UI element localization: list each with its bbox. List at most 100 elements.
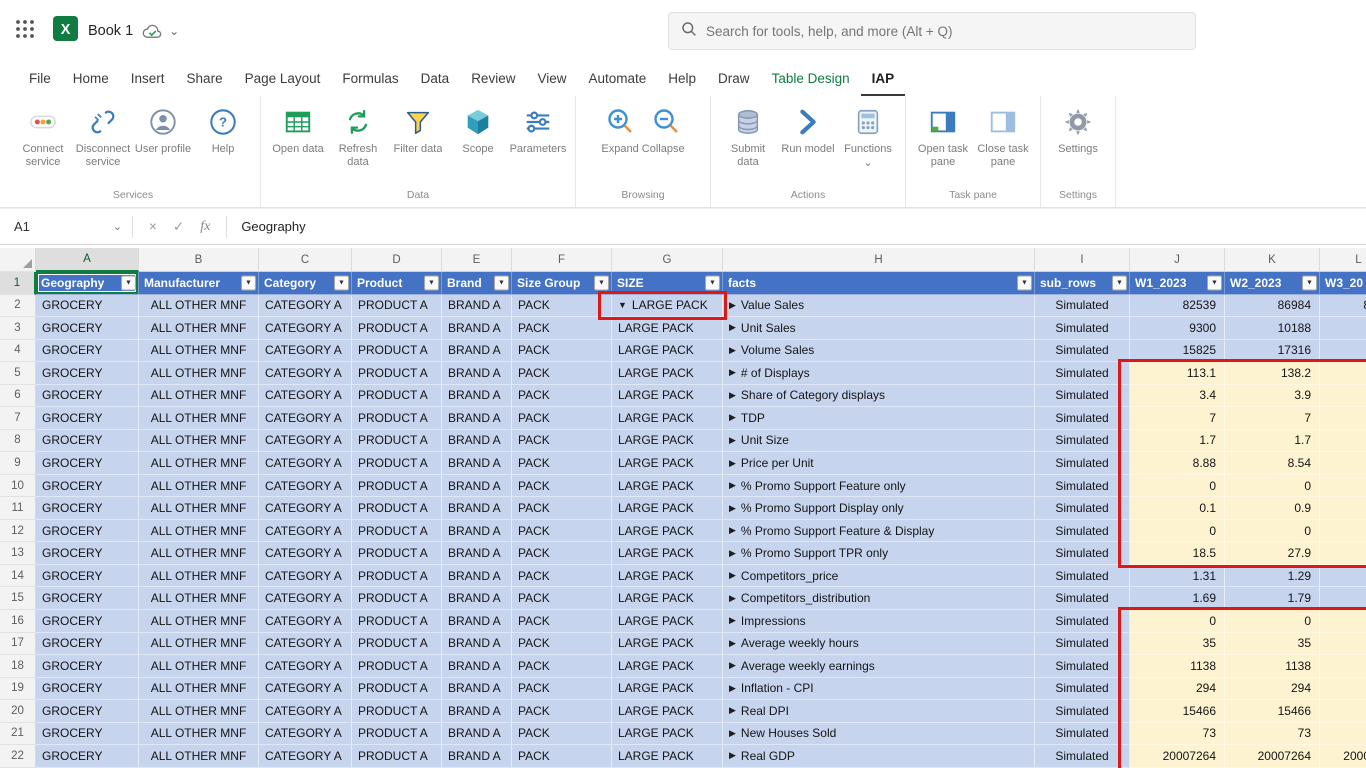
cell[interactable]: 20007264 xyxy=(1225,745,1320,768)
cell[interactable]: CATEGORY A xyxy=(259,655,352,678)
cell[interactable]: PRODUCT A xyxy=(352,362,442,385)
cell[interactable]: ▶ Value Sales xyxy=(723,294,1035,318)
cell[interactable]: CATEGORY A xyxy=(259,632,352,656)
cell[interactable]: PACK xyxy=(512,609,612,633)
filter-dropdown-icon[interactable]: ▼ xyxy=(1017,275,1032,291)
cell[interactable]: PACK xyxy=(512,339,612,363)
cell[interactable]: ALL OTHER MNF xyxy=(139,362,259,385)
cell[interactable]: BRAND A xyxy=(442,407,512,430)
expand-triangle-icon[interactable]: ▶ xyxy=(729,615,736,626)
cell[interactable]: PACK xyxy=(512,474,612,498)
cell[interactable]: 8 xyxy=(1320,294,1366,318)
cell[interactable] xyxy=(1320,317,1366,340)
cell[interactable]: ALL OTHER MNF xyxy=(139,542,259,565)
name-box[interactable]: A1 ⌄ xyxy=(0,219,132,234)
cell[interactable]: PRODUCT A xyxy=(352,407,442,430)
cell[interactable]: PACK xyxy=(512,745,612,768)
row-number[interactable]: 9 xyxy=(0,452,36,475)
column-letter-i[interactable]: I xyxy=(1035,248,1130,272)
cell[interactable] xyxy=(1320,609,1366,633)
cell[interactable]: PACK xyxy=(512,587,612,610)
cell[interactable]: PACK xyxy=(512,564,612,588)
cell[interactable]: GROCERY xyxy=(36,745,139,768)
cell[interactable]: LARGE PACK xyxy=(612,722,723,746)
open-data-button[interactable]: Open data xyxy=(269,103,327,156)
open-task-pane-button[interactable]: Open task pane xyxy=(914,103,972,169)
cell[interactable]: PACK xyxy=(512,655,612,678)
cell[interactable]: CATEGORY A xyxy=(259,497,352,520)
cell[interactable]: LARGE PACK xyxy=(612,564,723,588)
cell[interactable]: PACK xyxy=(512,384,612,408)
cell[interactable]: CATEGORY A xyxy=(259,519,352,543)
cell[interactable]: GROCERY xyxy=(36,497,139,520)
cell[interactable]: 73 xyxy=(1130,722,1225,746)
cell[interactable]: PRODUCT A xyxy=(352,317,442,340)
cell[interactable]: 1138 xyxy=(1225,655,1320,678)
cell[interactable]: 0 xyxy=(1130,519,1225,543)
parameters-button[interactable]: Parameters xyxy=(509,103,567,156)
cell[interactable]: 82539 xyxy=(1130,294,1225,318)
header-cell-product[interactable]: Product ▼ xyxy=(352,272,442,295)
cell[interactable]: 27.9 xyxy=(1225,542,1320,565)
cell[interactable]: 15466 xyxy=(1225,700,1320,723)
cell[interactable]: ALL OTHER MNF xyxy=(139,339,259,363)
cell[interactable]: PACK xyxy=(512,429,612,453)
cell[interactable] xyxy=(1320,429,1366,453)
cell[interactable]: LARGE PACK xyxy=(612,362,723,385)
cell[interactable]: ALL OTHER MNF xyxy=(139,317,259,340)
cell[interactable]: ▶% Promo Support Display only xyxy=(723,497,1035,520)
cell[interactable]: BRAND A xyxy=(442,497,512,520)
column-letter-h[interactable]: H xyxy=(723,248,1035,272)
cell[interactable]: LARGE PACK xyxy=(612,655,723,678)
formula-bar-content[interactable]: Geography xyxy=(227,219,305,234)
row-number[interactable]: 10 xyxy=(0,474,36,498)
cell[interactable]: PRODUCT A xyxy=(352,429,442,453)
header-cell-w2-2023[interactable]: W2_2023 ▼ xyxy=(1225,272,1320,295)
cell[interactable]: Simulated xyxy=(1035,745,1130,768)
cell[interactable]: LARGE PACK xyxy=(612,474,723,498)
expand-triangle-icon[interactable]: ▶ xyxy=(729,548,736,559)
cell[interactable]: 294 xyxy=(1130,677,1225,701)
cell[interactable]: BRAND A xyxy=(442,474,512,498)
cell[interactable] xyxy=(1320,362,1366,385)
menu-tab-share[interactable]: Share xyxy=(176,62,234,96)
cell[interactable]: 17316 xyxy=(1225,339,1320,363)
cell[interactable]: GROCERY xyxy=(36,429,139,453)
menu-tab-file[interactable]: File xyxy=(18,62,62,96)
cell[interactable]: GROCERY xyxy=(36,564,139,588)
cell[interactable] xyxy=(1320,407,1366,430)
filter-dropdown-icon[interactable]: ▼ xyxy=(594,275,609,291)
disconnect-service-button[interactable]: Disconnect service xyxy=(74,103,132,169)
cell[interactable]: ALL OTHER MNF xyxy=(139,294,259,318)
menu-tab-formulas[interactable]: Formulas xyxy=(331,62,409,96)
cell[interactable]: Simulated xyxy=(1035,317,1130,340)
cell[interactable]: BRAND A xyxy=(442,677,512,701)
cell[interactable]: BRAND A xyxy=(442,745,512,768)
cell[interactable]: 8.88 xyxy=(1130,452,1225,475)
row-number[interactable]: 8 xyxy=(0,429,36,453)
row-number[interactable]: 6 xyxy=(0,384,36,408)
cell[interactable]: 15825 xyxy=(1130,339,1225,363)
settings-button[interactable]: Settings xyxy=(1049,103,1107,156)
cell[interactable]: 7 xyxy=(1225,407,1320,430)
cell[interactable]: PACK xyxy=(512,317,612,340)
cell[interactable]: PACK xyxy=(512,677,612,701)
cell[interactable]: LARGE PACK xyxy=(612,519,723,543)
cell[interactable] xyxy=(1320,564,1366,588)
cell[interactable] xyxy=(1320,632,1366,656)
cell[interactable]: CATEGORY A xyxy=(259,317,352,340)
cancel-icon[interactable]: × xyxy=(149,219,157,234)
cell[interactable] xyxy=(1320,655,1366,678)
cell[interactable]: PACK xyxy=(512,362,612,385)
cell[interactable]: PRODUCT A xyxy=(352,564,442,588)
cell[interactable]: ▶ Average weekly hours xyxy=(723,632,1035,656)
cell[interactable]: BRAND A xyxy=(442,294,512,318)
cell[interactable]: 9300 xyxy=(1130,317,1225,340)
cell[interactable]: LARGE PACK xyxy=(612,677,723,701)
cell[interactable]: 0 xyxy=(1225,474,1320,498)
row-number[interactable]: 16 xyxy=(0,609,36,633)
cell[interactable]: 3.9 xyxy=(1225,384,1320,408)
filter-dropdown-icon[interactable]: ▼ xyxy=(494,275,509,291)
cell[interactable]: ▶ Impressions xyxy=(723,609,1035,633)
cell[interactable]: 1.79 xyxy=(1225,587,1320,610)
